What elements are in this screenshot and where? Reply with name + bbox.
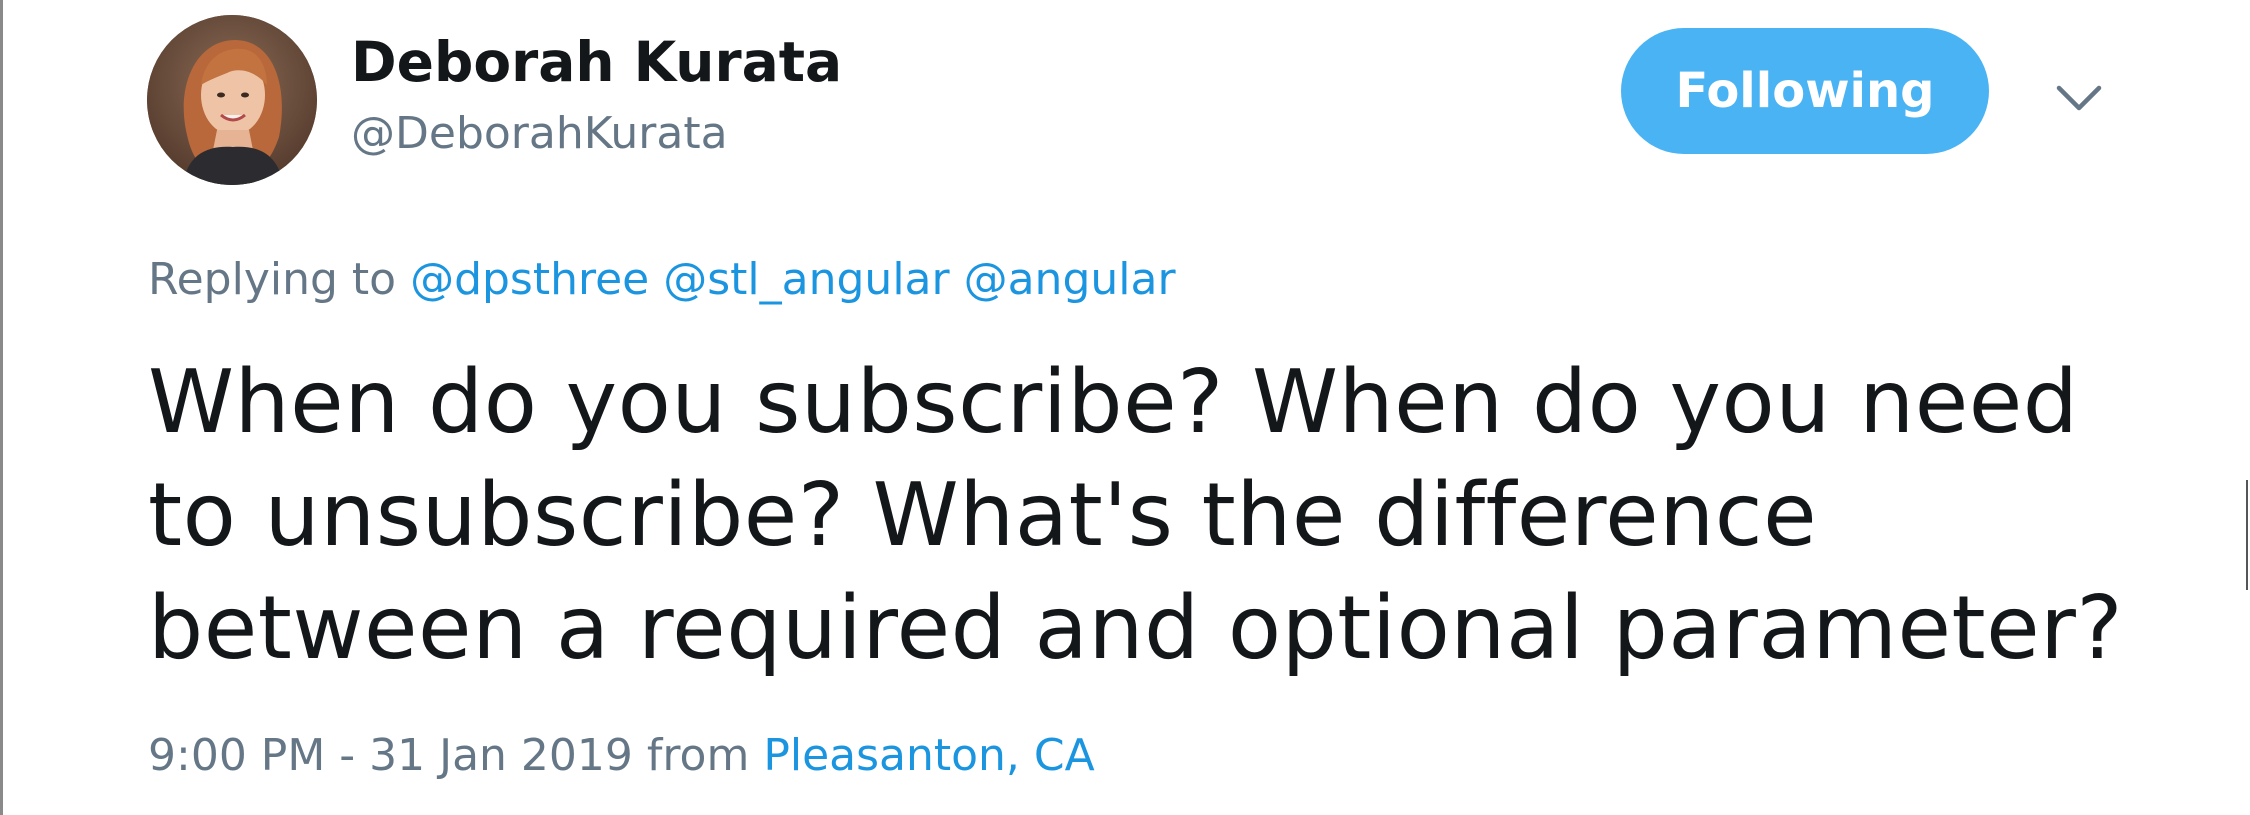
replying-to: Replying to @dpsthree @stl_angular @angu… <box>148 248 1176 312</box>
replying-to-label: Replying to <box>148 254 397 305</box>
timestamp[interactable]: 9:00 PM - 31 Jan 2019 <box>148 730 633 781</box>
tweet-text-line: When do you subscribe? When do you need <box>148 351 2079 453</box>
mention-link[interactable]: @dpsthree <box>410 254 649 305</box>
profile-photo-icon <box>147 15 317 185</box>
display-name[interactable]: Deborah Kurata <box>351 26 842 98</box>
tweet-text-line: to unsubscribe? What's the difference <box>148 464 1818 566</box>
mention-link[interactable]: @angular <box>964 254 1176 305</box>
tweet-text-line: between a required and optional paramete… <box>148 577 2124 679</box>
tweet-text: When do you subscribe? When do you need … <box>148 346 2148 685</box>
location-link[interactable]: Pleasanton, CA <box>763 730 1094 781</box>
tweet-metadata: 9:00 PM - 31 Jan 2019 from Pleasanton, C… <box>148 724 1095 788</box>
following-button[interactable]: Following <box>1621 28 1989 154</box>
avatar[interactable] <box>147 15 317 185</box>
from-label: from <box>646 730 750 781</box>
user-handle[interactable]: @DeborahKurata <box>351 104 728 164</box>
tweet-card: Deborah Kurata @DeborahKurata Following … <box>0 0 2250 815</box>
scrollbar-edge <box>2246 480 2248 590</box>
chevron-down-icon[interactable] <box>2053 78 2105 118</box>
mention-link[interactable]: @stl_angular <box>663 254 949 305</box>
